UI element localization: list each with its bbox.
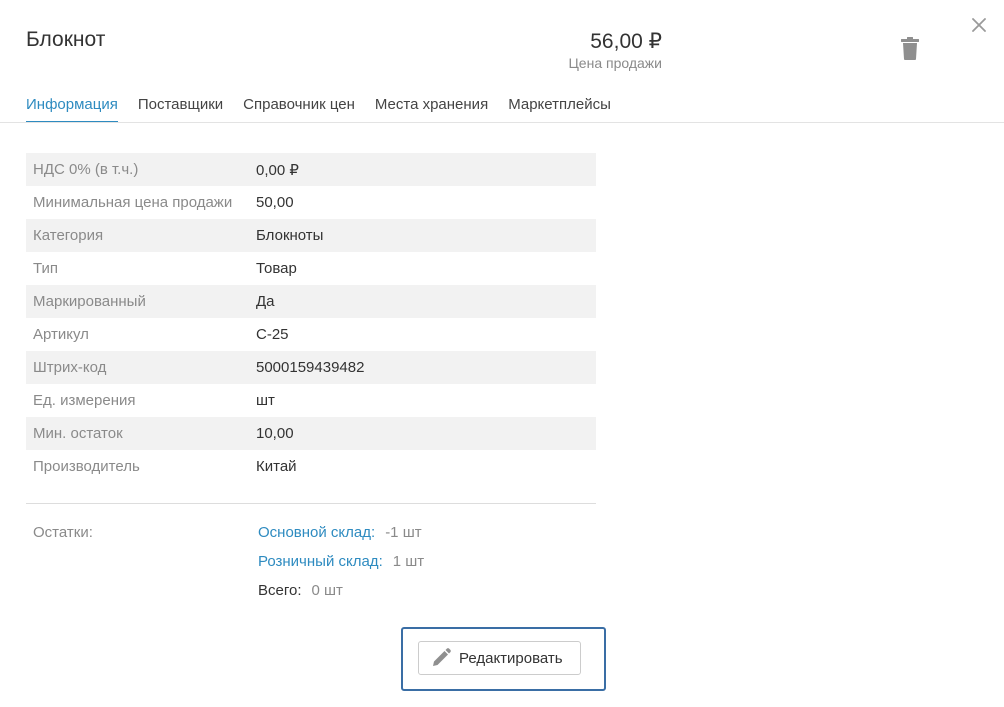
sale-price-label: Цена продажи	[568, 55, 662, 71]
tab-storage-places[interactable]: Места хранения	[375, 96, 488, 123]
property-row: НДС 0% (в т.ч.) 0,00 ₽	[26, 153, 596, 186]
property-row: Производитель Китай	[26, 450, 596, 483]
property-row: Ед. измерения шт	[26, 384, 596, 417]
property-row: Минимальная цена продажи 50,00	[26, 186, 596, 219]
tab-price-list[interactable]: Справочник цен	[243, 96, 355, 123]
tab-bar: Информация Поставщики Справочник цен Мес…	[26, 96, 631, 123]
stock-qty: -1 шт	[385, 524, 422, 541]
property-row: Штрих-код 5000159439482	[26, 351, 596, 384]
delete-button[interactable]	[898, 36, 922, 62]
property-value: Блокноты	[256, 227, 324, 244]
property-label: Ед. измерения	[33, 392, 136, 409]
property-row: Маркированный Да	[26, 285, 596, 318]
tab-info[interactable]: Информация	[26, 96, 118, 123]
stock-total: Всего: 0 шт	[258, 582, 343, 599]
warehouse-link-main[interactable]: Основной склад:	[258, 524, 375, 541]
tab-suppliers[interactable]: Поставщики	[138, 96, 223, 123]
warehouse-link-retail[interactable]: Розничный склад:	[258, 553, 383, 570]
stock-total-qty: 0 шт	[311, 582, 343, 599]
property-value: С-25	[256, 326, 289, 343]
property-row: Артикул С-25	[26, 318, 596, 351]
property-label: Категория	[33, 227, 104, 244]
product-title: Блокнот	[26, 28, 106, 51]
property-value: 5000159439482	[256, 359, 365, 376]
edit-button[interactable]: Редактировать	[418, 641, 581, 675]
property-label: Штрих-код	[33, 359, 107, 376]
property-label: НДС 0% (в т.ч.)	[33, 161, 139, 178]
pencil-icon	[430, 647, 452, 669]
property-row: Мин. остаток 10,00	[26, 417, 596, 450]
property-label: Минимальная цена продажи	[33, 194, 233, 211]
tabs-divider	[0, 122, 1004, 123]
property-label: Производитель	[33, 458, 140, 475]
trash-icon	[901, 37, 919, 60]
property-value: 10,00	[256, 425, 294, 442]
stock-qty: 1 шт	[392, 553, 425, 570]
property-value: Да	[256, 293, 275, 310]
close-button[interactable]	[968, 14, 990, 36]
property-label: Тип	[33, 260, 59, 277]
tab-marketplaces[interactable]: Маркетплейсы	[508, 96, 611, 123]
property-value: шт	[256, 392, 275, 409]
properties-table: НДС 0% (в т.ч.) 0,00 ₽ Минимальная цена …	[26, 153, 596, 483]
sale-price: 56,00 ₽	[590, 30, 662, 53]
property-value: 50,00	[256, 194, 294, 211]
stock-total-label: Всего:	[258, 582, 302, 599]
property-label: Артикул	[33, 326, 89, 343]
property-value: 0,00 ₽	[256, 161, 299, 179]
property-value: Товар	[256, 260, 297, 277]
close-icon	[972, 18, 986, 32]
stock-label: Остатки:	[33, 524, 93, 541]
property-label: Мин. остаток	[33, 425, 123, 442]
stock-item: Розничный склад: 1 шт	[258, 553, 424, 570]
stock-item: Основной склад: -1 шт	[258, 524, 422, 541]
property-label: Маркированный	[33, 293, 146, 310]
property-row: Тип Товар	[26, 252, 596, 285]
property-row: Категория Блокноты	[26, 219, 596, 252]
section-divider	[26, 503, 596, 504]
edit-button-label: Редактировать	[459, 649, 563, 667]
property-value: Китай	[256, 458, 297, 475]
